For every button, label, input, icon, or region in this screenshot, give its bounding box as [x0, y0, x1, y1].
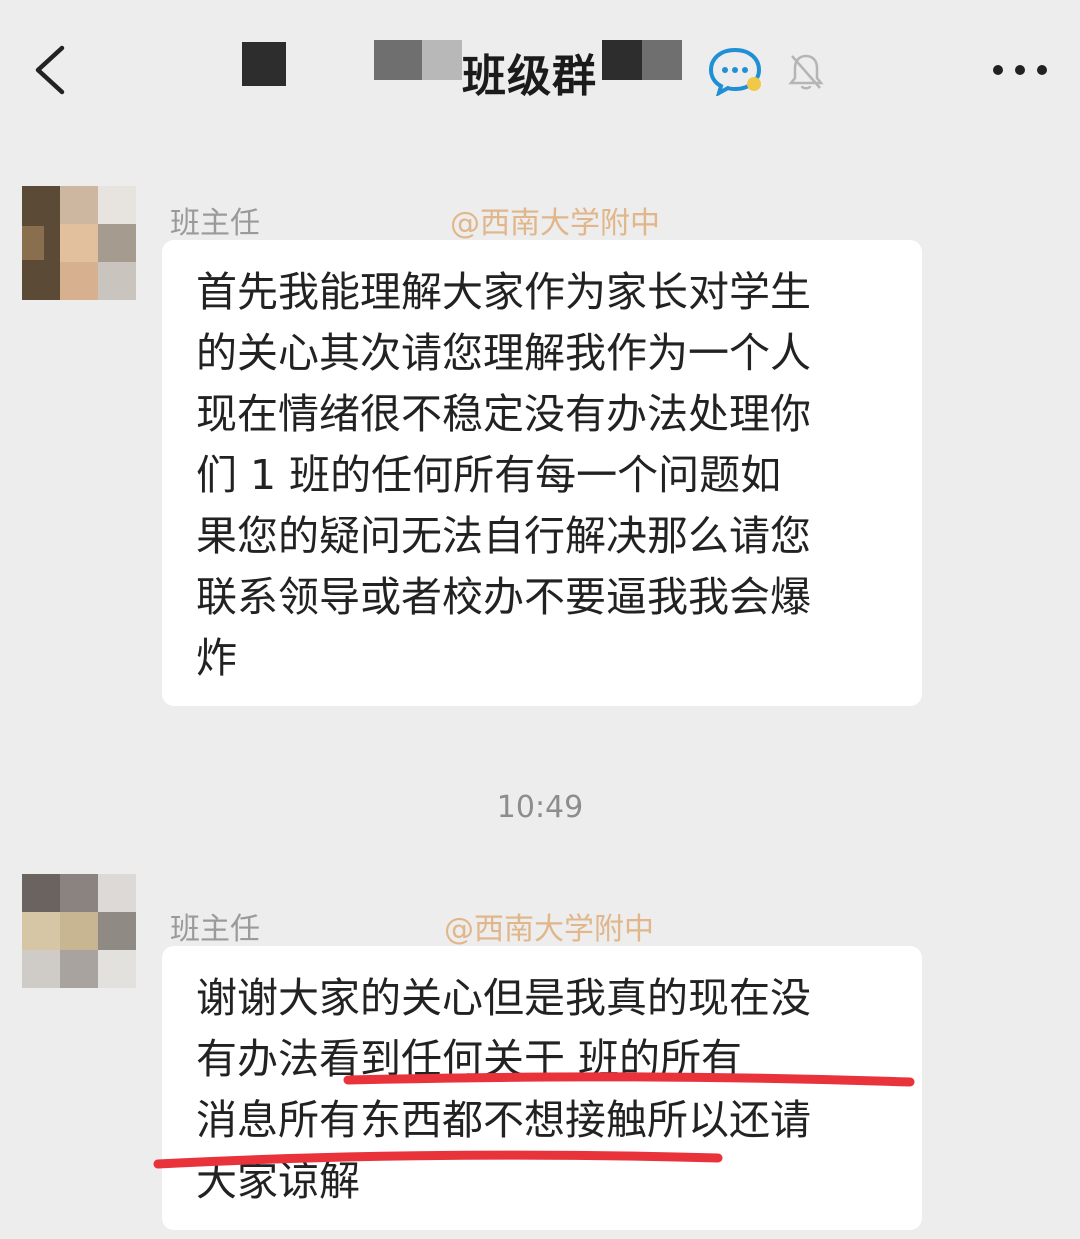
bell-muted-icon — [788, 54, 824, 90]
avatar[interactable] — [22, 874, 136, 988]
message-line: 果您的疑问无法自行解决那么请您 — [196, 512, 811, 560]
more-dots-icon[interactable] — [992, 60, 1048, 80]
chat-header: 班级群 — [0, 0, 1080, 140]
message-line: 现在情绪很不稳定没有办法处理你 — [196, 390, 811, 438]
message-line: 首先我能理解大家作为家长对学生 — [196, 268, 811, 316]
message-line: 谢谢大家的关心但是我真的现在没 — [196, 974, 811, 1022]
redaction-block — [374, 40, 422, 80]
redaction-block — [602, 40, 642, 80]
message-line: 炸 — [196, 634, 237, 682]
message-bubble[interactable]: 首先我能理解大家作为家长对学生 的关心其次请您理解我作为一个人 现在情绪很不稳定… — [162, 240, 922, 706]
redaction-block — [242, 42, 286, 86]
chat-bubble-icon — [708, 47, 762, 96]
group-title: 班级群 — [462, 51, 597, 102]
school-tag: @西南大学附中 — [450, 206, 660, 241]
sender-name: 班主任 — [170, 206, 260, 241]
redaction-block — [642, 40, 682, 80]
redaction-block — [422, 40, 462, 80]
sender-name: 班主任 — [170, 912, 260, 947]
red-underline-annotation — [153, 1072, 915, 1169]
message-line: 联系领导或者校办不要逼我我会爆 — [196, 573, 811, 621]
school-tag: @西南大学附中 — [444, 912, 654, 947]
message-line: 的关心其次请您理解我作为一个人 — [196, 329, 811, 377]
timestamp: 10:49 — [496, 790, 584, 825]
message-line: 们 1 班的任何所有每一个问题如 — [196, 451, 782, 499]
chevron-left-icon[interactable] — [30, 42, 70, 98]
avatar[interactable] — [22, 186, 136, 300]
